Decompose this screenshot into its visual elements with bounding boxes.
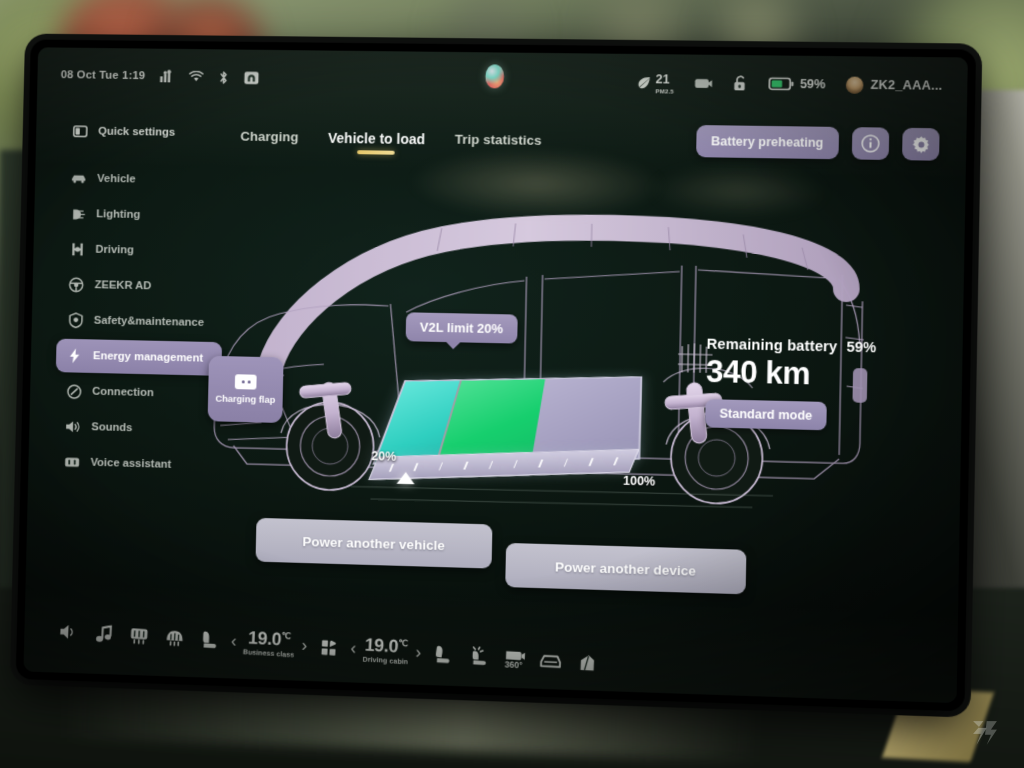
- seat-icon[interactable]: [191, 629, 227, 651]
- status-datetime: 08 Oct Tue 1:19: [60, 69, 146, 83]
- tab-trip-statistics[interactable]: Trip statistics: [452, 128, 543, 158]
- v2l-limit-tooltip[interactable]: V2L limit 20%: [405, 312, 518, 344]
- status-bar: 08 Oct Tue 1:19 21 PM2.5 59% ZK2_AAA...: [37, 47, 968, 114]
- seat-massage-icon[interactable]: [460, 645, 497, 667]
- temp-unit-driving-cabin: ℃: [398, 637, 408, 649]
- wifi-icon[interactable]: [189, 71, 204, 83]
- tab-charging[interactable]: Charging: [238, 125, 301, 155]
- infotainment-display-bezel: 08 Oct Tue 1:19 21 PM2.5 59% ZK2_AAA... …: [15, 39, 977, 712]
- battery-indicator[interactable]: 59%: [768, 76, 826, 92]
- temp-decrease-business-class[interactable]: ‹: [231, 631, 238, 651]
- leaf-icon: [637, 76, 650, 88]
- seat-recline-icon[interactable]: [425, 643, 462, 665]
- temp-display-driving-cabin[interactable]: 19.0℃ Driving cabin: [362, 634, 409, 667]
- info-icon: [861, 134, 880, 152]
- remaining-battery-percent: 59%: [846, 339, 877, 357]
- shield-icon: [67, 312, 83, 328]
- fan-icon[interactable]: [311, 637, 348, 658]
- drive-mode-button[interactable]: Standard mode: [705, 399, 827, 431]
- temp-value-business-class: 19.0: [247, 627, 282, 650]
- bolt-icon: [67, 348, 83, 364]
- assistant-orb-icon: [484, 64, 505, 89]
- sidebar-item-label: Quick settings: [98, 125, 176, 139]
- bluetooth-icon[interactable]: [218, 70, 229, 85]
- volume-icon[interactable]: [51, 622, 87, 641]
- svg-text:360°: 360°: [505, 658, 524, 668]
- tab-vehicle-to-load[interactable]: Vehicle to load: [326, 126, 428, 157]
- sidebar-item-label: Connection: [92, 385, 154, 400]
- voice-icon: [64, 454, 80, 470]
- remaining-range-value: 340 km: [705, 353, 811, 392]
- power-output-actions: Power another vehicle Power another devi…: [255, 517, 747, 595]
- temp-unit-business-class: ℃: [281, 630, 291, 641]
- temp-increase-driving-cabin[interactable]: ›: [415, 643, 422, 663]
- sidebar-item-label: Driving: [95, 243, 135, 257]
- charging-flap-label: Charging flap: [215, 393, 276, 406]
- sidebar-item-vehicle[interactable]: Vehicle: [60, 162, 226, 198]
- car-icon: [71, 171, 87, 187]
- scale-min-label: 20%: [371, 449, 397, 464]
- voice-assistant-orb[interactable]: [484, 64, 505, 89]
- dashcam-icon[interactable]: [244, 70, 260, 85]
- user-profile[interactable]: ZK2_AAA...: [845, 76, 943, 94]
- air-quality-label: PM2.5: [655, 88, 675, 96]
- link-icon: [66, 383, 82, 399]
- watermark-logo: [973, 721, 997, 745]
- user-name: ZK2_AAA...: [870, 77, 943, 93]
- info-button[interactable]: [851, 127, 890, 160]
- temp-zone-business-class: Business class: [242, 649, 295, 660]
- rear-defrost-icon[interactable]: [121, 626, 157, 646]
- temp-value-driving-cabin: 19.0: [364, 634, 399, 657]
- temp-decrease-driving-cabin[interactable]: ‹: [350, 639, 357, 659]
- temperature-control-driving-cabin: ‹ 19.0℃ Driving cabin ›: [350, 635, 422, 667]
- photo-background: 08 Oct Tue 1:19 21 PM2.5 59% ZK2_AAA... …: [0, 0, 1024, 768]
- top-action-bar: Battery preheating: [695, 124, 940, 161]
- gear-icon: [912, 135, 929, 153]
- battery-icon: [768, 77, 794, 91]
- settings-button[interactable]: [902, 127, 940, 161]
- battery-percent: 59%: [799, 76, 826, 92]
- lock-icon[interactable]: [733, 75, 749, 91]
- quick-settings-icon: [72, 123, 88, 139]
- scale-max-label: 100%: [622, 473, 656, 489]
- signal-icon[interactable]: [160, 69, 175, 83]
- temp-zone-driving-cabin: Driving cabin: [362, 656, 409, 667]
- camera-360-icon[interactable]: 360°: [496, 648, 533, 669]
- headlight-icon: [70, 206, 86, 222]
- speaker-icon: [65, 419, 81, 435]
- temp-display-business-class[interactable]: 19.0℃ Business class: [242, 627, 296, 660]
- sidebar-item-label: Lighting: [96, 208, 141, 221]
- air-quality-value: 21: [655, 71, 670, 86]
- page-tabs: Charging Vehicle to load Trip statistics: [238, 125, 544, 159]
- v2l-limit-marker[interactable]: [396, 471, 415, 485]
- temperature-control-business-class: ‹ 19.0℃ Business class ›: [230, 627, 308, 660]
- car-front-icon[interactable]: [533, 651, 570, 670]
- sidebar-item-label: ZEEKR AD: [94, 279, 152, 293]
- charge-port-icon: [234, 373, 257, 390]
- battery-preheating-button[interactable]: Battery preheating: [695, 124, 840, 160]
- sidebar-item-label: Voice assistant: [90, 456, 172, 471]
- steering-wheel-icon: [68, 277, 84, 293]
- sidebar-item-quick-settings[interactable]: Quick settings: [61, 114, 227, 150]
- music-note-icon[interactable]: [86, 623, 122, 644]
- camera-icon[interactable]: [694, 76, 713, 89]
- infotainment-screen: 08 Oct Tue 1:19 21 PM2.5 59% ZK2_AAA... …: [23, 47, 968, 703]
- status-bar-right: 21 PM2.5 59% ZK2_AAA...: [636, 70, 943, 99]
- temp-increase-business-class[interactable]: ›: [301, 636, 308, 656]
- power-another-vehicle-button[interactable]: Power another vehicle: [255, 517, 493, 569]
- status-bar-left: 08 Oct Tue 1:19: [61, 68, 260, 85]
- battery-segment-empty: [530, 377, 641, 460]
- front-defrost-icon[interactable]: [156, 628, 192, 648]
- battery-info-panel: Remaining battery 59% 340 km Standard mo…: [705, 337, 921, 433]
- sidebar-item-label: Vehicle: [96, 172, 136, 186]
- power-another-device-button[interactable]: Power another device: [505, 542, 747, 595]
- sidebar-item-label: Sounds: [91, 421, 133, 435]
- avatar: [845, 76, 864, 94]
- remaining-battery-label: Remaining battery: [706, 336, 838, 356]
- driving-icon: [69, 241, 85, 257]
- door-icon[interactable]: [569, 652, 606, 673]
- charging-flap-button[interactable]: Charging flap: [207, 355, 284, 424]
- air-quality-indicator[interactable]: 21 PM2.5: [636, 70, 675, 96]
